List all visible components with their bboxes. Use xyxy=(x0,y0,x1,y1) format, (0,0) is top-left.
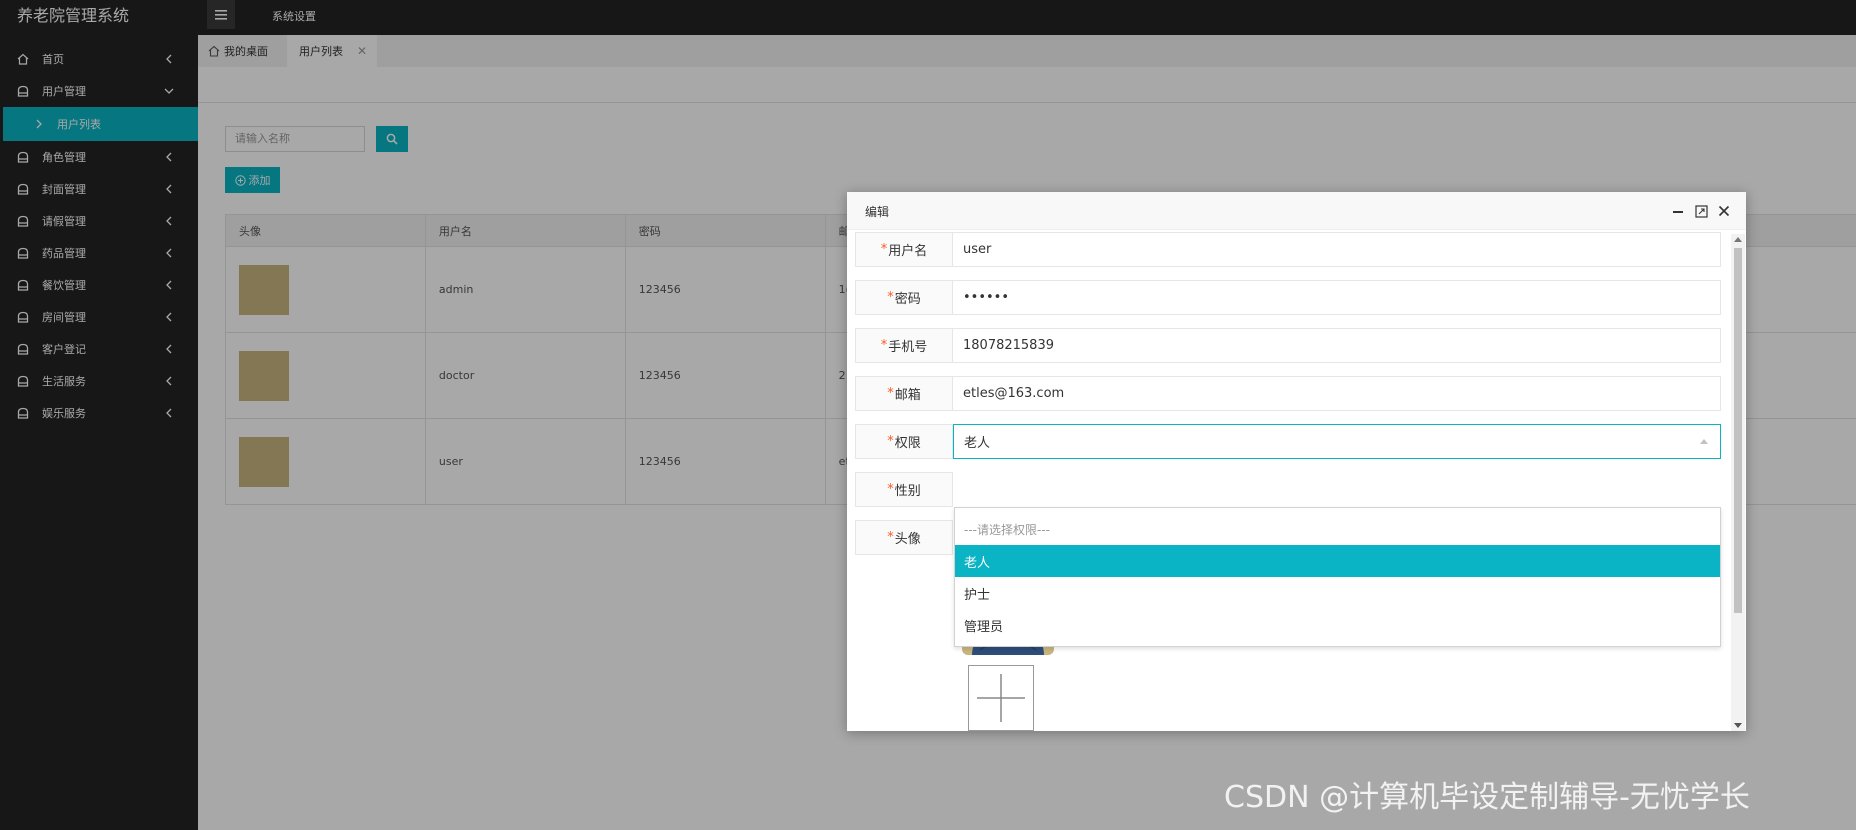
form-row-permission: * 权限 老人 xyxy=(855,424,1721,459)
email-field[interactable]: etles@163.com xyxy=(953,376,1721,411)
required-mark: * xyxy=(880,338,888,353)
phone-field[interactable]: 18078215839 xyxy=(953,328,1721,363)
dialog-body: * 用户名 user * 密码 •••••• * 手机号 18078215839 * 邮… xyxy=(847,230,1746,731)
required-mark: * xyxy=(887,530,894,545)
avatar-upload-button[interactable] xyxy=(968,665,1034,731)
form-row-phone: * 手机号 18078215839 xyxy=(855,328,1721,363)
field-label: * 权限 xyxy=(855,424,953,459)
scrollbar-thumb[interactable] xyxy=(1734,248,1742,613)
dialog-scrollbar[interactable] xyxy=(1731,234,1745,731)
required-mark: * xyxy=(887,434,894,449)
required-mark: * xyxy=(887,386,894,401)
scroll-up-icon[interactable] xyxy=(1734,237,1742,242)
form-row-username: * 用户名 user xyxy=(855,232,1721,267)
maximize-icon xyxy=(1694,204,1708,218)
dropdown-option-admin[interactable]: 管理员 xyxy=(955,609,1720,641)
field-label: * 密码 xyxy=(855,280,953,315)
form-row-password: * 密码 •••••• xyxy=(855,280,1721,315)
edit-dialog: 编辑 *用户名 user *密码 •••••• *手机号 18078215 xyxy=(847,192,1746,731)
field-label-text: 性别 xyxy=(894,484,921,499)
form-row-email: * 邮箱 etles@163.com xyxy=(855,376,1721,411)
dialog-title: 编辑 xyxy=(865,205,890,219)
permission-select[interactable]: 老人 xyxy=(953,424,1721,459)
watermark-text: CSDN @计算机毕设定制辅导-无忧学长 xyxy=(1224,780,1750,815)
dialog-header: 编辑 xyxy=(847,192,1746,230)
caret-up-icon xyxy=(1700,439,1708,444)
password-field[interactable]: •••••• xyxy=(953,280,1721,315)
required-mark: * xyxy=(887,482,894,497)
username-field[interactable]: user xyxy=(953,232,1721,267)
plus-icon xyxy=(977,674,1025,722)
close-button[interactable] xyxy=(1716,203,1732,219)
dropdown-option-elderly[interactable]: 老人 xyxy=(955,545,1720,577)
field-label-text: 权限 xyxy=(894,436,921,451)
required-mark: * xyxy=(880,242,888,257)
field-label: * 头像 xyxy=(855,520,953,555)
field-label-text: 手机号 xyxy=(888,340,928,355)
field-label-text: 邮箱 xyxy=(894,388,921,403)
permission-dropdown: ---请选择权限--- 老人 护士 管理员 xyxy=(954,507,1721,647)
maximize-button[interactable] xyxy=(1693,203,1709,219)
form-row-gender: * 性别 xyxy=(855,472,1721,507)
close-icon xyxy=(1718,205,1730,217)
minimize-button[interactable] xyxy=(1670,203,1686,219)
scroll-down-icon[interactable] xyxy=(1734,723,1742,728)
permission-select-value: 老人 xyxy=(964,436,991,451)
required-mark: * xyxy=(887,290,894,305)
dropdown-option-nurse[interactable]: 护士 xyxy=(955,577,1720,609)
dropdown-placeholder[interactable]: ---请选择权限--- xyxy=(955,513,1720,545)
field-label: * 邮箱 xyxy=(855,376,953,411)
field-label-text: 头像 xyxy=(894,532,921,547)
field-label-text: 用户名 xyxy=(888,244,928,259)
field-label-text: 密码 xyxy=(894,292,921,307)
minimize-icon xyxy=(1673,211,1683,213)
field-label: * 性别 xyxy=(855,472,953,507)
field-label: * 手机号 xyxy=(855,328,953,363)
field-label: * 用户名 xyxy=(855,232,953,267)
